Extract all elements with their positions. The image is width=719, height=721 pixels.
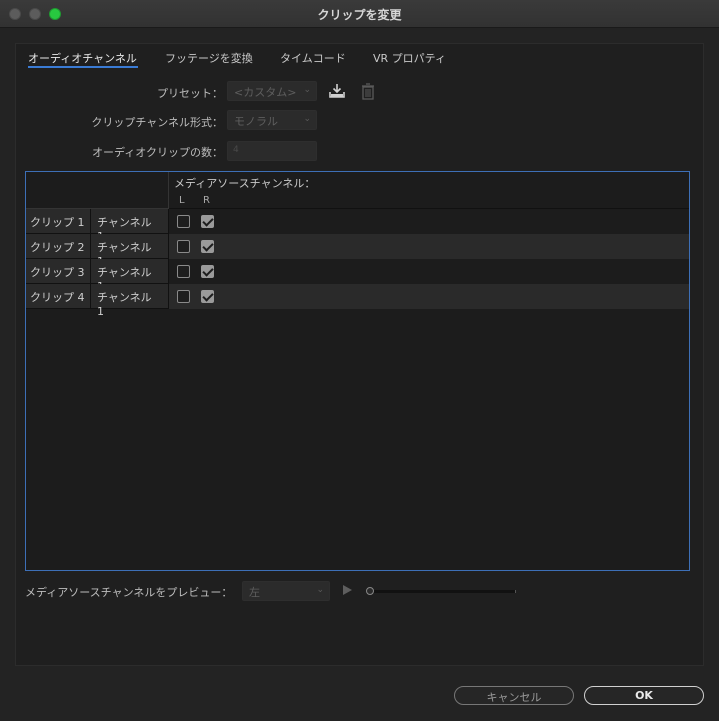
media-source-channel-header: メディアソースチャンネル：: [174, 177, 316, 190]
channel-format-label: クリップチャンネル形式：: [91, 116, 223, 129]
preset-select[interactable]: <カスタム> ⌄: [227, 81, 317, 101]
preview-slider-track[interactable]: [369, 590, 516, 593]
save-preset-icon[interactable]: [328, 82, 346, 100]
window-title: クリップを変更: [317, 8, 402, 22]
audio-clip-count-field[interactable]: 4: [227, 141, 317, 161]
checkbox-r[interactable]: [201, 240, 214, 253]
checkbox-l[interactable]: [177, 290, 190, 303]
checkbox-l[interactable]: [177, 240, 190, 253]
preview-channel-value: 左: [249, 586, 260, 599]
table-row: クリップ 1 チャンネル 1: [26, 209, 689, 243]
table-row: クリップ 4 チャンネル 1: [26, 284, 689, 318]
active-tab-indicator: [28, 66, 138, 68]
checkbox-r[interactable]: [201, 290, 214, 303]
channel-mapping-grid: メディアソースチャンネル： L R クリップ 1 チャンネル 1 クリップ 2 …: [25, 171, 690, 571]
channel-name-cell: チャンネル 1: [91, 284, 169, 318]
trash-icon[interactable]: [359, 82, 377, 100]
preview-channel-label: メディアソースチャンネルをプレビュー：: [25, 586, 233, 599]
clip-name-cell: クリップ 1: [26, 209, 91, 234]
clip-name-cell: クリップ 3: [26, 259, 91, 284]
preview-slider-thumb[interactable]: [366, 587, 374, 595]
tab-timecode[interactable]: タイムコード: [280, 50, 346, 66]
channel-name-cell: チャンネル 1: [91, 209, 169, 243]
column-header-r: R: [203, 195, 210, 206]
channel-name-cell: チャンネル 1: [91, 234, 169, 268]
channel-format-select[interactable]: モノラル ⌄: [227, 110, 317, 130]
play-icon[interactable]: [343, 585, 352, 595]
audio-clip-count-label: オーディオクリップの数：: [91, 146, 223, 159]
chevron-down-icon: ⌄: [303, 114, 311, 124]
tab-audio-channels[interactable]: オーディオチャンネル: [28, 50, 137, 66]
title-bar: クリップを変更: [0, 0, 719, 28]
preview-channel-select[interactable]: 左 ⌄: [242, 581, 330, 601]
ok-button[interactable]: OK: [584, 686, 704, 705]
clip-name-cell: クリップ 4: [26, 284, 91, 309]
table-row: クリップ 2 チャンネル 1: [26, 234, 689, 268]
preset-label: プリセット：: [157, 87, 223, 100]
preset-select-value: <カスタム>: [234, 86, 297, 99]
chevron-down-icon: ⌄: [303, 85, 311, 95]
checkbox-l[interactable]: [177, 265, 190, 278]
column-header-l: L: [179, 195, 185, 206]
channel-name-cell: チャンネル 1: [91, 259, 169, 293]
grid-header-corner: [26, 172, 169, 209]
chevron-down-icon: ⌄: [316, 585, 324, 595]
cancel-button[interactable]: キャンセル: [454, 686, 574, 705]
clip-name-cell: クリップ 2: [26, 234, 91, 259]
checkbox-r[interactable]: [201, 265, 214, 278]
checkbox-l[interactable]: [177, 215, 190, 228]
channel-format-value: モノラル: [234, 115, 278, 128]
checkbox-r[interactable]: [201, 215, 214, 228]
tab-interpret-footage[interactable]: フッテージを変換: [165, 50, 253, 66]
table-row: クリップ 3 チャンネル 1: [26, 259, 689, 293]
tab-vr-properties[interactable]: VR プロパティ: [373, 50, 446, 66]
